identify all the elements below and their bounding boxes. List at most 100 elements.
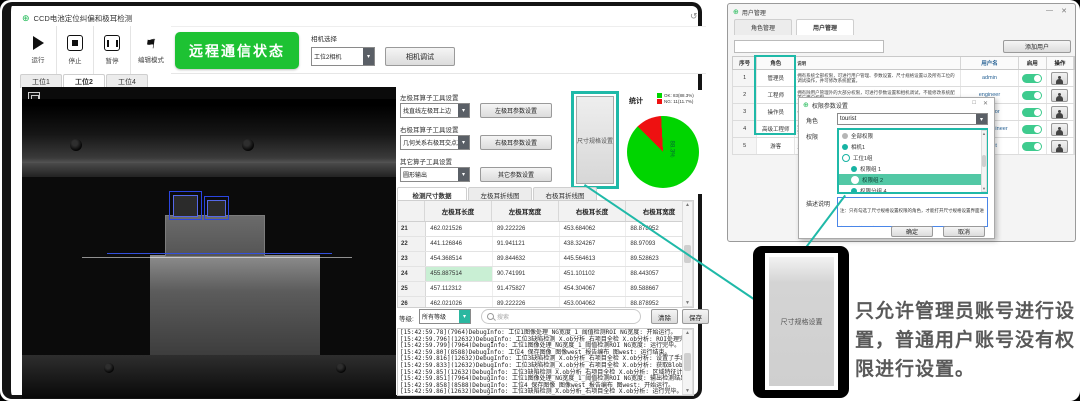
clear-button[interactable]: 清除 bbox=[651, 309, 678, 324]
station-tab[interactable]: 工位2 bbox=[63, 74, 105, 88]
scroll-thumb[interactable] bbox=[684, 353, 691, 371]
desc-textarea[interactable]: 注：只有勾选了尺寸规格设置权限的角色，才能打开尺寸规格设置界面进行修改；普通用户… bbox=[837, 197, 988, 227]
zoom-fragment-label: 尺寸规格设置 bbox=[781, 317, 823, 327]
scroll-down-icon[interactable]: ▼ bbox=[685, 388, 690, 394]
perm-list[interactable]: 全部权限 相机1 工位1组 权限组 1 权限组 2 权限分组 4 bbox=[837, 128, 988, 194]
edit-mode-button[interactable]: ⚑ 编辑模式 bbox=[131, 26, 171, 74]
table-row[interactable]: 25457.11231291.475827454.30406789.588667 bbox=[398, 282, 693, 297]
table-row[interactable]: 23454.36851489.844632445.56461389.528623 bbox=[398, 252, 693, 267]
user-window-titlebar: ⊕ 用户管理 bbox=[733, 8, 766, 17]
user-detail-button[interactable] bbox=[1051, 123, 1068, 136]
row-number: 23 bbox=[398, 252, 426, 266]
row-number: 24 bbox=[398, 267, 426, 281]
person-icon bbox=[1056, 76, 1064, 84]
perm-item[interactable]: 全部权限 bbox=[839, 130, 986, 141]
scroll-up-icon[interactable]: ▲ bbox=[685, 202, 690, 208]
perm-item[interactable]: 权限组 2 bbox=[839, 174, 986, 185]
minimize-icon[interactable]: — bbox=[1046, 7, 1053, 14]
remote-comm-status-button[interactable]: 远程通信状态 bbox=[175, 32, 299, 69]
save-button[interactable]: 保存 bbox=[682, 309, 709, 324]
measure-table-body: 21462.02152689.222226453.68406288.878952… bbox=[398, 222, 693, 308]
user-detail-button[interactable] bbox=[1051, 89, 1068, 102]
bolt-circle bbox=[70, 139, 82, 151]
tool-setting-dropdown[interactable]: 圆形输出 ▾ bbox=[400, 167, 470, 182]
log-search-input[interactable]: 搜索 bbox=[481, 309, 641, 324]
measure-line-blue bbox=[107, 253, 332, 254]
main-titlebar: ⊕ CCD电池定位纠偏和极耳检测 bbox=[22, 12, 706, 25]
enable-toggle[interactable] bbox=[1022, 125, 1042, 134]
table-row[interactable]: 24455.88751490.741991451.10110288.443057 bbox=[398, 267, 693, 282]
tool-setting-dropdown[interactable]: 几何关系右极耳交点及夹角 ▾ bbox=[400, 135, 470, 150]
station-tab[interactable]: 工位1 bbox=[20, 74, 62, 88]
scroll-up-icon[interactable]: ▲ bbox=[982, 131, 986, 136]
pie-chart-panel: 统计 OK: 83(88.3%) NG: 11(11.7%) 88.3% bbox=[621, 90, 707, 194]
run-button[interactable]: 运行 bbox=[20, 26, 57, 74]
clear-label: 清除 bbox=[658, 312, 671, 322]
flag-icon: ⚑ bbox=[144, 36, 157, 50]
cancel-button[interactable]: 取消 bbox=[943, 226, 985, 237]
user-search-input[interactable] bbox=[734, 40, 884, 53]
role-dropdown[interactable]: tourist ▾ bbox=[837, 113, 988, 125]
user-tab[interactable]: 角色管理 bbox=[734, 19, 792, 35]
user-column-header: 说明 bbox=[795, 57, 961, 69]
data-tab[interactable]: 左极耳折线图 bbox=[468, 187, 532, 201]
log-area[interactable]: [15:42:59.78](7964)DebugInfo: 工位1图像处理_NG… bbox=[397, 328, 694, 396]
data-tabs: 检测尺寸数据左极耳折线图右极耳折线图 bbox=[397, 187, 677, 200]
log-scrollbar[interactable]: ▲ ▼ bbox=[682, 329, 693, 395]
data-tab[interactable]: 右极耳折线图 bbox=[533, 187, 597, 201]
tool-setting-dropdown[interactable]: 找直线左极耳上边 ▾ bbox=[400, 103, 470, 118]
level-value: 所有等级 bbox=[420, 310, 459, 323]
scroll-up-icon[interactable]: ▲ bbox=[685, 330, 690, 336]
add-user-label: 添加用户 bbox=[1025, 42, 1049, 51]
battery-top bbox=[165, 215, 265, 257]
user-detail-button[interactable] bbox=[1051, 140, 1068, 153]
scroll-down-icon[interactable]: ▼ bbox=[685, 300, 690, 306]
enable-toggle[interactable] bbox=[1022, 91, 1042, 100]
level-label: 等级: bbox=[399, 313, 414, 323]
camera-select-value: 工位2相机 bbox=[312, 48, 363, 65]
annotation-note: 只允许管理员账号进行设置，普通用户账号没有权限进行设置。 bbox=[855, 297, 1077, 384]
perm-scrollbar[interactable]: ▲ ▼ bbox=[981, 130, 987, 192]
tool-setting-param-button[interactable]: 左极耳参数设置 bbox=[480, 103, 552, 118]
data-tab[interactable]: 检测尺寸数据 bbox=[397, 187, 467, 201]
enable-toggle[interactable] bbox=[1022, 74, 1042, 83]
scroll-down-icon[interactable]: ▼ bbox=[982, 186, 986, 191]
right-tab-roi-box bbox=[204, 196, 229, 220]
tool-setting-param-button[interactable]: 其它参数设置 bbox=[480, 167, 552, 182]
user-detail-button[interactable] bbox=[1051, 106, 1068, 119]
user-detail-button[interactable] bbox=[1051, 72, 1068, 85]
desc-label: 描述说明 bbox=[806, 199, 830, 208]
user-column-header: 用户名 bbox=[961, 57, 1018, 69]
ok-button[interactable]: 确定 bbox=[891, 226, 933, 237]
table-row[interactable]: 22441.12684691.941121438.32426788.97093 bbox=[398, 237, 693, 252]
stop-button[interactable]: 停止 bbox=[57, 26, 94, 74]
enable-toggle[interactable] bbox=[1022, 108, 1042, 117]
perm-item[interactable]: 权限组 1 bbox=[839, 163, 986, 174]
level-dropdown[interactable]: 所有等级 ▾ bbox=[419, 309, 471, 324]
app-crosshair-icon: ⊕ bbox=[733, 8, 739, 17]
enable-toggle[interactable] bbox=[1022, 142, 1042, 151]
station-tab[interactable]: 工位4 bbox=[106, 74, 148, 88]
perm-item[interactable]: 权限分组 4 bbox=[839, 185, 986, 194]
close-icon[interactable]: ✕ bbox=[983, 100, 988, 107]
close-icon[interactable]: ✕ bbox=[1061, 7, 1067, 15]
size-spec-button[interactable]: 尺寸规格设置 bbox=[576, 96, 614, 184]
ok-label: 确定 bbox=[906, 227, 918, 236]
measure-table-header: 左极耳长度左极耳宽度右极耳长度右极耳宽度 bbox=[398, 201, 693, 222]
camera-select-dropdown[interactable]: 工位2相机 ▾ bbox=[311, 47, 375, 66]
user-tab[interactable]: 用户管理 bbox=[796, 19, 854, 35]
maximize-icon[interactable]: □ bbox=[972, 100, 976, 106]
perm-item[interactable]: 相机1 bbox=[839, 141, 986, 152]
user-op bbox=[1047, 70, 1074, 86]
pie-inner-label: 88.3% bbox=[669, 140, 675, 157]
add-user-button[interactable]: 添加用户 bbox=[1003, 40, 1071, 53]
user-role: 游客 bbox=[757, 138, 795, 154]
pie-legend: OK: 83(88.3%) NG: 11(11.7%) bbox=[657, 92, 707, 104]
scroll-thumb[interactable] bbox=[982, 155, 986, 167]
table-row[interactable]: 26462.02102689.222226453.00406288.878952 bbox=[398, 297, 693, 308]
tool-setting-param-button[interactable]: 右极耳参数设置 bbox=[480, 135, 552, 150]
camera-debug-button[interactable]: 相机调试 bbox=[385, 47, 455, 66]
perm-item[interactable]: 工位1组 bbox=[839, 152, 986, 163]
pause-button[interactable]: 暂停 bbox=[94, 26, 131, 74]
refresh-icon[interactable]: ↺ bbox=[690, 11, 698, 22]
